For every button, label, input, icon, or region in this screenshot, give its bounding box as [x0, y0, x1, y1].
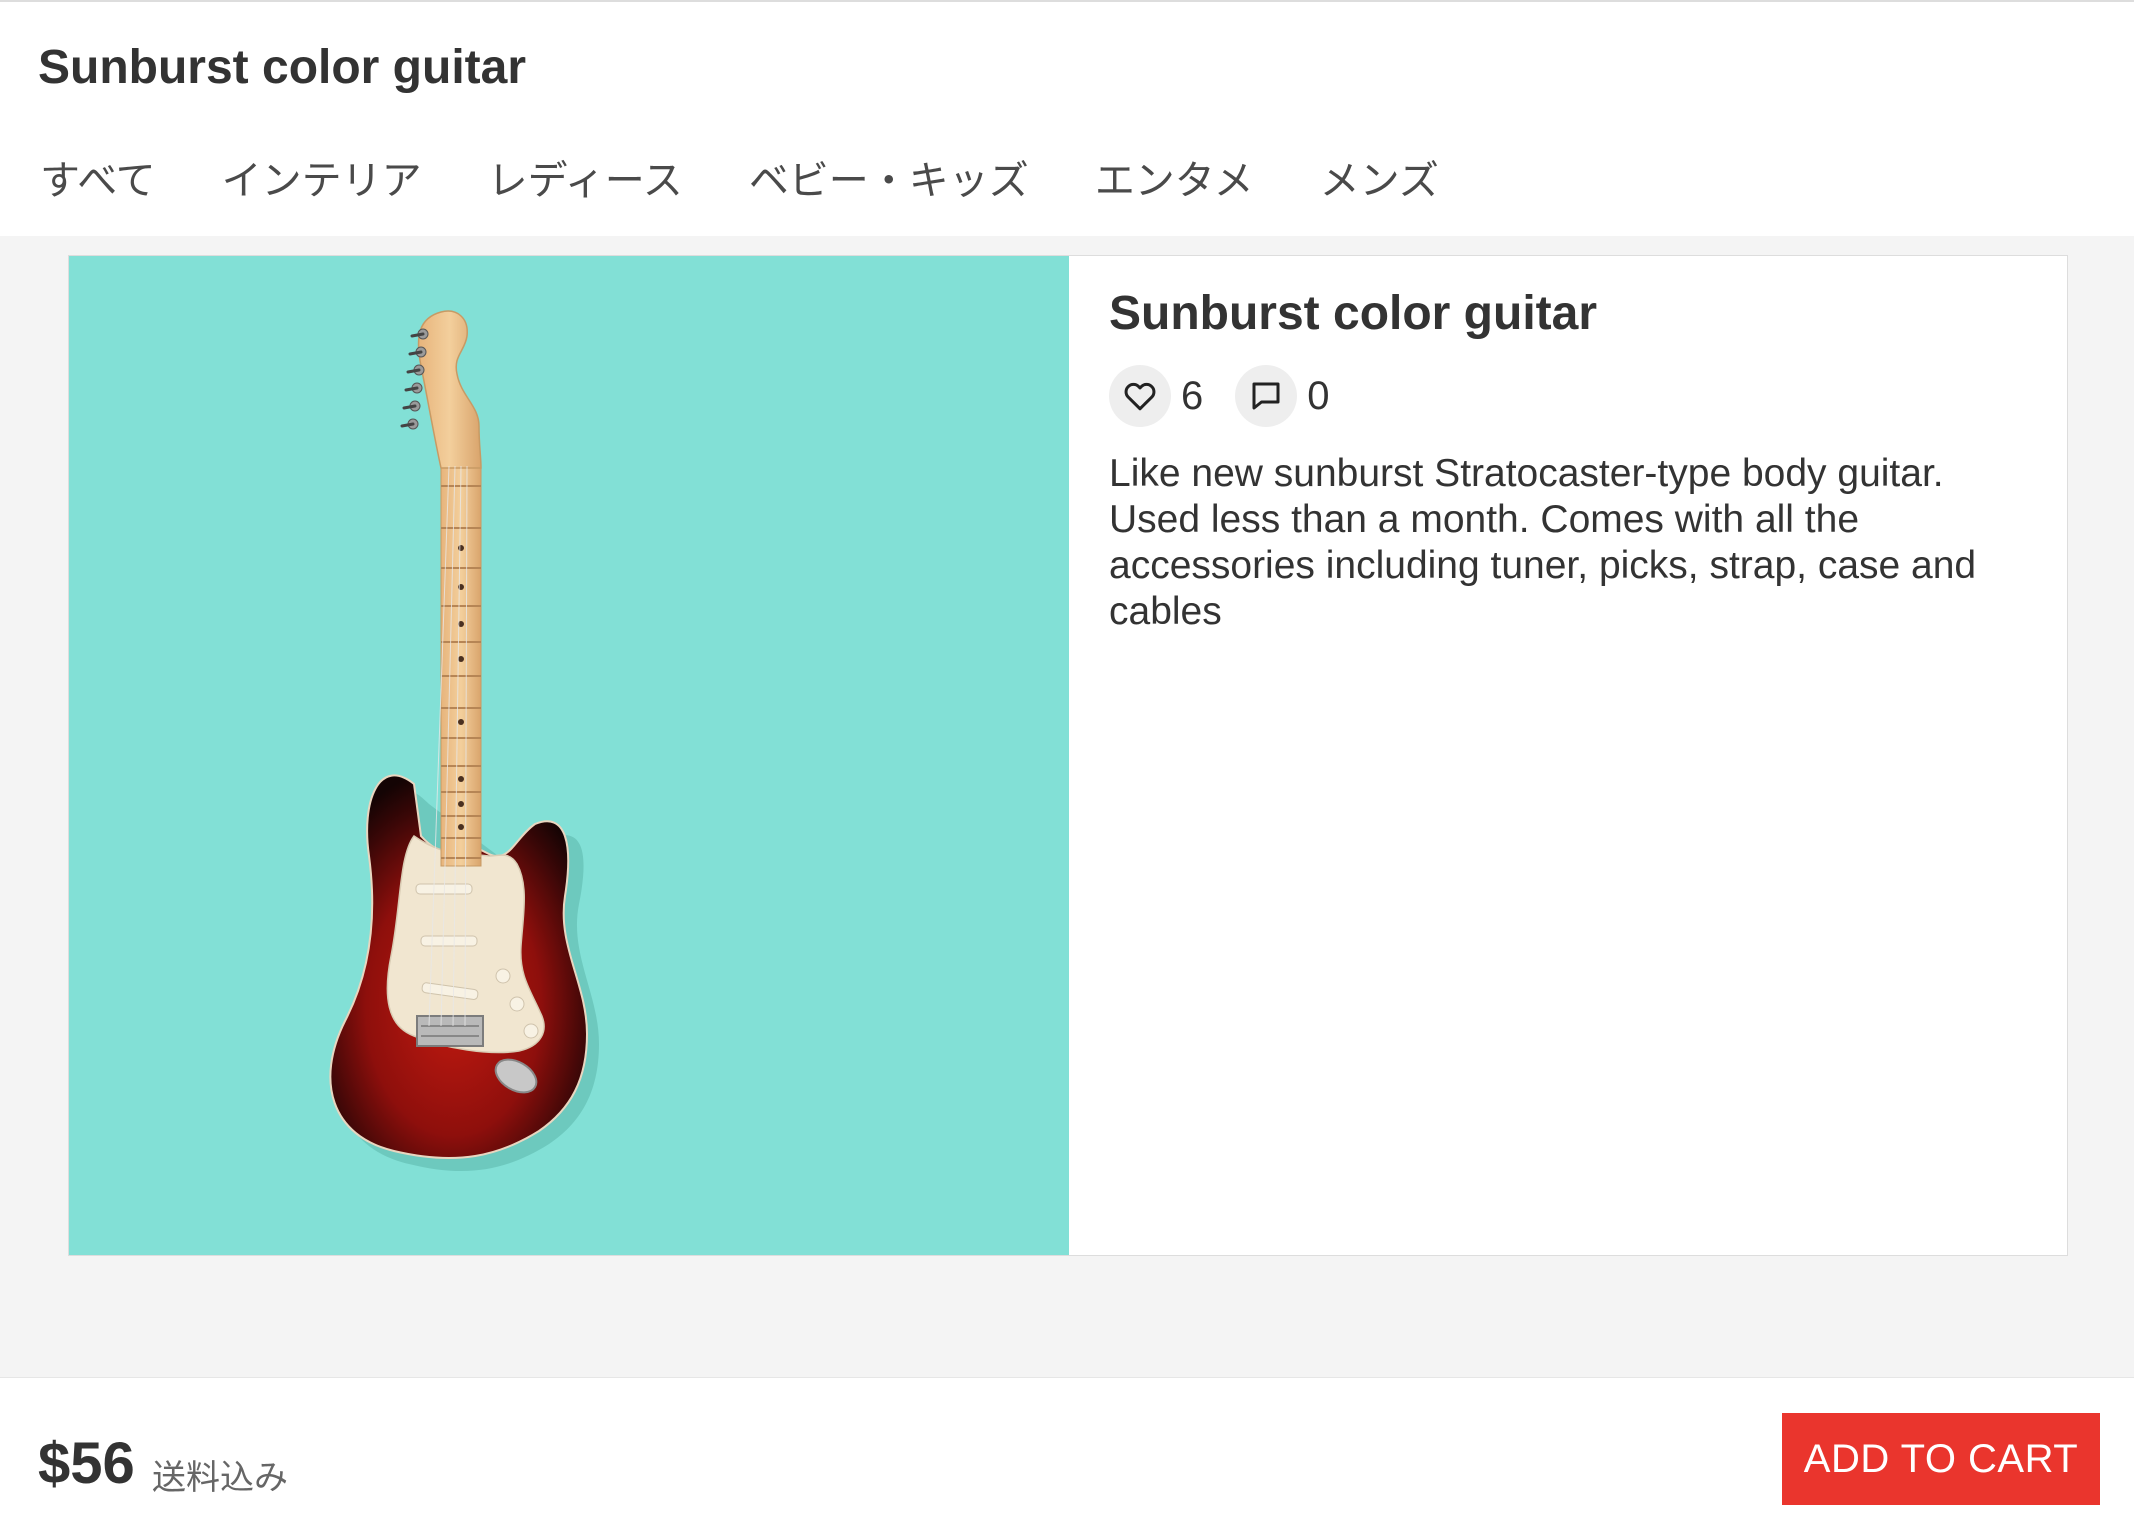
product-stats: 6 0 [1109, 365, 2027, 427]
product-description: Like new sunburst Stratocaster-type body… [1109, 452, 1977, 633]
guitar-illustration [329, 310, 599, 1172]
heart-icon[interactable] [1109, 365, 1171, 427]
product-card: Sunburst color guitar 6 0 Like new sunbu… [68, 255, 2068, 1256]
add-to-cart-button[interactable]: ADD TO CART [1782, 1413, 2100, 1505]
like-stat: 6 [1109, 365, 1203, 427]
nav-item-baby-kids[interactable]: ベビー・キッズ [749, 148, 1029, 206]
header: Sunburst color guitar すべて インテリア レディース ベビ… [0, 0, 2134, 236]
purchase-bar: $56 送料込み ADD TO CART [0, 1377, 2134, 1536]
like-count: 6 [1181, 373, 1204, 418]
nav-item-entertainment[interactable]: エンタメ [1095, 148, 1254, 206]
category-nav: すべて インテリア レディース ベビー・キッズ エンタメ メンズ [40, 148, 1439, 206]
nav-item-all[interactable]: すべて [40, 148, 156, 206]
price: $56 [38, 1431, 135, 1496]
comment-icon[interactable] [1235, 365, 1298, 427]
nav-item-mens[interactable]: メンズ [1320, 148, 1439, 206]
nav-item-ladies[interactable]: レディース [488, 148, 683, 206]
product-title: Sunburst color guitar [1109, 287, 1598, 340]
nav-item-interior[interactable]: インテリア [222, 148, 422, 206]
comment-stat: 0 [1235, 365, 1330, 427]
page-title: Sunburst color guitar [38, 41, 527, 94]
shipping-note: 送料込み [152, 1458, 288, 1498]
product-info: Sunburst color guitar 6 0 Like new sunbu… [1069, 256, 2067, 1255]
comment-count: 0 [1307, 373, 1330, 418]
product-image [69, 256, 1069, 1255]
